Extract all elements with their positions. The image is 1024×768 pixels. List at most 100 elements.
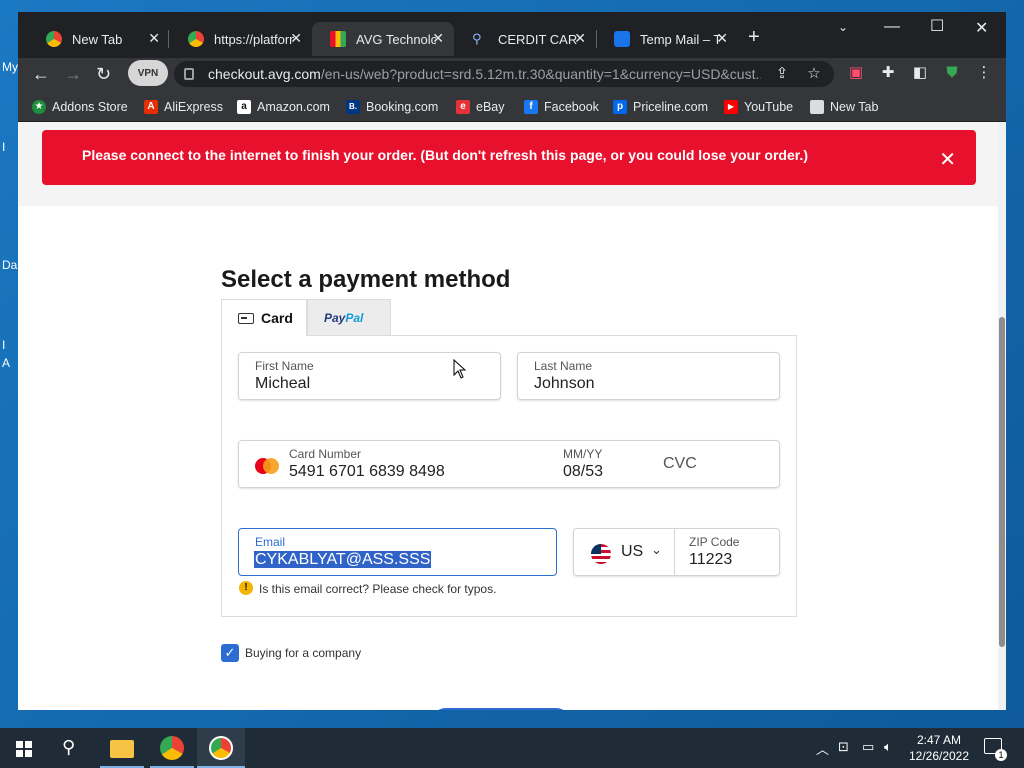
shield-extension-icon[interactable]: ⛊	[944, 65, 960, 81]
volume-icon[interactable]: 🔈︎	[884, 739, 892, 755]
desktop-label: Da	[2, 258, 18, 272]
side-panel-icon[interactable]: ◧	[912, 65, 928, 81]
lock-icon	[184, 68, 194, 80]
chrome-favicon-icon	[188, 31, 204, 47]
card-number-label: Card Number	[289, 447, 362, 461]
bookmark-addons-store[interactable]: ★ Addons Store	[32, 100, 128, 114]
browser-taskbar-icon[interactable]	[209, 736, 233, 760]
back-arrow-icon[interactable]: ←	[32, 64, 50, 85]
bookmark-aliexpress[interactable]: A AliExpress	[144, 100, 223, 114]
address-bar[interactable]: checkout.avg.com /en-us/web?product=srd.…	[174, 61, 834, 87]
zip-input[interactable]: 11223	[689, 551, 732, 569]
page-scrollbar[interactable]	[998, 122, 1006, 710]
chrome-taskbar-icon[interactable]	[160, 736, 184, 760]
email-warning-text: Is this email correct? Please check for …	[259, 582, 497, 596]
bookmark-label: YouTube	[744, 100, 794, 114]
bookmark-facebook[interactable]: f Facebook	[524, 100, 599, 114]
tab-avg[interactable]: AVG Technologies ✕	[312, 22, 454, 56]
minimize-icon[interactable]: —	[884, 18, 900, 36]
tab-card-label: Card	[261, 310, 293, 326]
first-name-label: First Name	[255, 359, 314, 373]
reload-icon[interactable]: ↻	[96, 64, 111, 85]
bookmarks-bar: ★ Addons Store A AliExpress a Amazon.com B.…	[18, 94, 1006, 122]
close-tab-icon[interactable]: ✕	[432, 30, 444, 47]
zip-label: ZIP Code	[689, 535, 740, 549]
forward-arrow-icon[interactable]: →	[64, 64, 82, 85]
bookmark-star-icon[interactable]: ☆	[806, 66, 822, 82]
share-icon[interactable]: ⇪	[774, 66, 790, 82]
tab-search-chevron-icon[interactable]: ⌄	[838, 20, 848, 34]
bookmark-booking[interactable]: B. Booking.com	[346, 100, 438, 114]
bookmark-youtube[interactable]: ▶ YouTube	[724, 100, 793, 114]
bookmark-label: Priceline.com	[633, 100, 709, 114]
search-icon[interactable]: ⚲	[62, 737, 75, 758]
close-tab-icon[interactable]: ✕	[148, 30, 160, 47]
new-tab-plus-icon[interactable]: +	[748, 26, 760, 49]
close-alert-icon[interactable]: ✕	[939, 147, 956, 172]
search-favicon-icon: ⚲	[472, 31, 482, 46]
priceline-icon: p	[613, 100, 627, 114]
last-name-field[interactable]: Last Name Johnson	[517, 352, 780, 400]
scrollbar-thumb[interactable]	[999, 317, 1005, 647]
card-number-value[interactable]: 5491 6701 6839 8498	[289, 463, 445, 481]
tab-new-tab[interactable]: New Tab ✕	[28, 22, 170, 56]
card-details-field[interactable]: Card Number 5491 6701 6839 8498 MM/YY 08…	[238, 440, 780, 488]
avg-favicon-icon	[330, 31, 346, 47]
maximize-icon[interactable]: ☐	[930, 16, 944, 36]
kebab-menu-icon[interactable]: ⋮	[976, 65, 992, 81]
bookmark-amazon[interactable]: a Amazon.com	[237, 100, 330, 114]
submit-button[interactable]	[431, 708, 571, 710]
desktop-label: I	[2, 140, 6, 154]
email-label: Email	[255, 535, 286, 549]
tab-title: Temp Mail – Te	[640, 31, 720, 47]
notification-center-icon[interactable]: 1	[984, 738, 1007, 761]
file-explorer-icon[interactable]	[110, 740, 134, 758]
bookmark-label: AliExpress	[164, 100, 224, 114]
bookmark-new-tab[interactable]: New Tab	[810, 100, 878, 114]
bookmark-ebay[interactable]: e eBay	[456, 100, 505, 114]
warning-icon: !	[239, 581, 253, 595]
bookmark-label: eBay	[476, 100, 505, 114]
company-checkbox[interactable]: ✓	[221, 644, 239, 662]
desktop-label: I	[2, 338, 6, 352]
cvc-input[interactable]: CVC	[663, 455, 697, 473]
email-value[interactable]: CYKABLYAT@ASS.SSS	[254, 551, 432, 569]
email-field[interactable]: Email CYKABLYAT@ASS.SSS	[238, 528, 557, 576]
browser-window: New Tab ✕ https://platform ✕ AVG Technol…	[18, 12, 1006, 710]
country-select[interactable]: US ⌄	[574, 529, 675, 575]
taskbar-clock[interactable]: 2:47 AM 12/26/2022	[904, 732, 974, 764]
close-window-icon[interactable]: ✕	[975, 18, 988, 38]
expiry-value[interactable]: 08/53	[563, 463, 603, 481]
tab-platform[interactable]: https://platform ✕	[170, 22, 312, 56]
windows-start-icon[interactable]	[16, 741, 32, 757]
tab-temp-mail[interactable]: Temp Mail – Te ✕	[596, 22, 738, 56]
mouse-cursor-icon	[453, 359, 467, 379]
url-path: /en-us/web?product=srd.5.12m.tr.30&quant…	[320, 66, 761, 82]
alert-message: Please connect to the internet to finish…	[82, 147, 808, 163]
desktop-label: My	[2, 60, 18, 74]
tab-paypal[interactable]: PayPal	[307, 299, 391, 336]
tray-app-icon[interactable]: ⊡	[838, 739, 849, 755]
clock-time: 2:47 AM	[916, 733, 962, 747]
vpn-badge[interactable]: VPN	[128, 60, 168, 86]
close-tab-icon[interactable]: ✕	[290, 30, 302, 47]
extensions-puzzle-icon[interactable]: ✚	[880, 65, 896, 81]
paypal-logo-part: Pay	[324, 310, 346, 325]
facebook-icon: f	[524, 100, 538, 114]
close-tab-icon[interactable]: ✕	[574, 30, 586, 47]
youtube-icon: ▶	[724, 100, 738, 114]
notification-count: 1	[995, 749, 1007, 761]
bookmark-priceline[interactable]: p Priceline.com	[613, 100, 708, 114]
tray-chevron-up-icon[interactable]: ︿	[816, 739, 829, 758]
bookmark-label: Booking.com	[366, 100, 439, 114]
tab-strip: New Tab ✕ https://platform ✕ AVG Technol…	[18, 12, 1006, 58]
bookmark-label: Amazon.com	[257, 100, 330, 114]
amazon-icon: a	[237, 100, 251, 114]
extension-lock-icon[interactable]: ▣	[848, 65, 864, 81]
close-tab-icon[interactable]: ✕	[716, 30, 728, 47]
booking-icon: B.	[346, 100, 360, 114]
ebay-icon: e	[456, 100, 470, 114]
network-icon[interactable]: ▭	[862, 739, 874, 755]
tab-card[interactable]: Card	[221, 299, 307, 336]
tab-credit-card[interactable]: ⚲ CERDIT CARD ✕	[454, 22, 596, 56]
